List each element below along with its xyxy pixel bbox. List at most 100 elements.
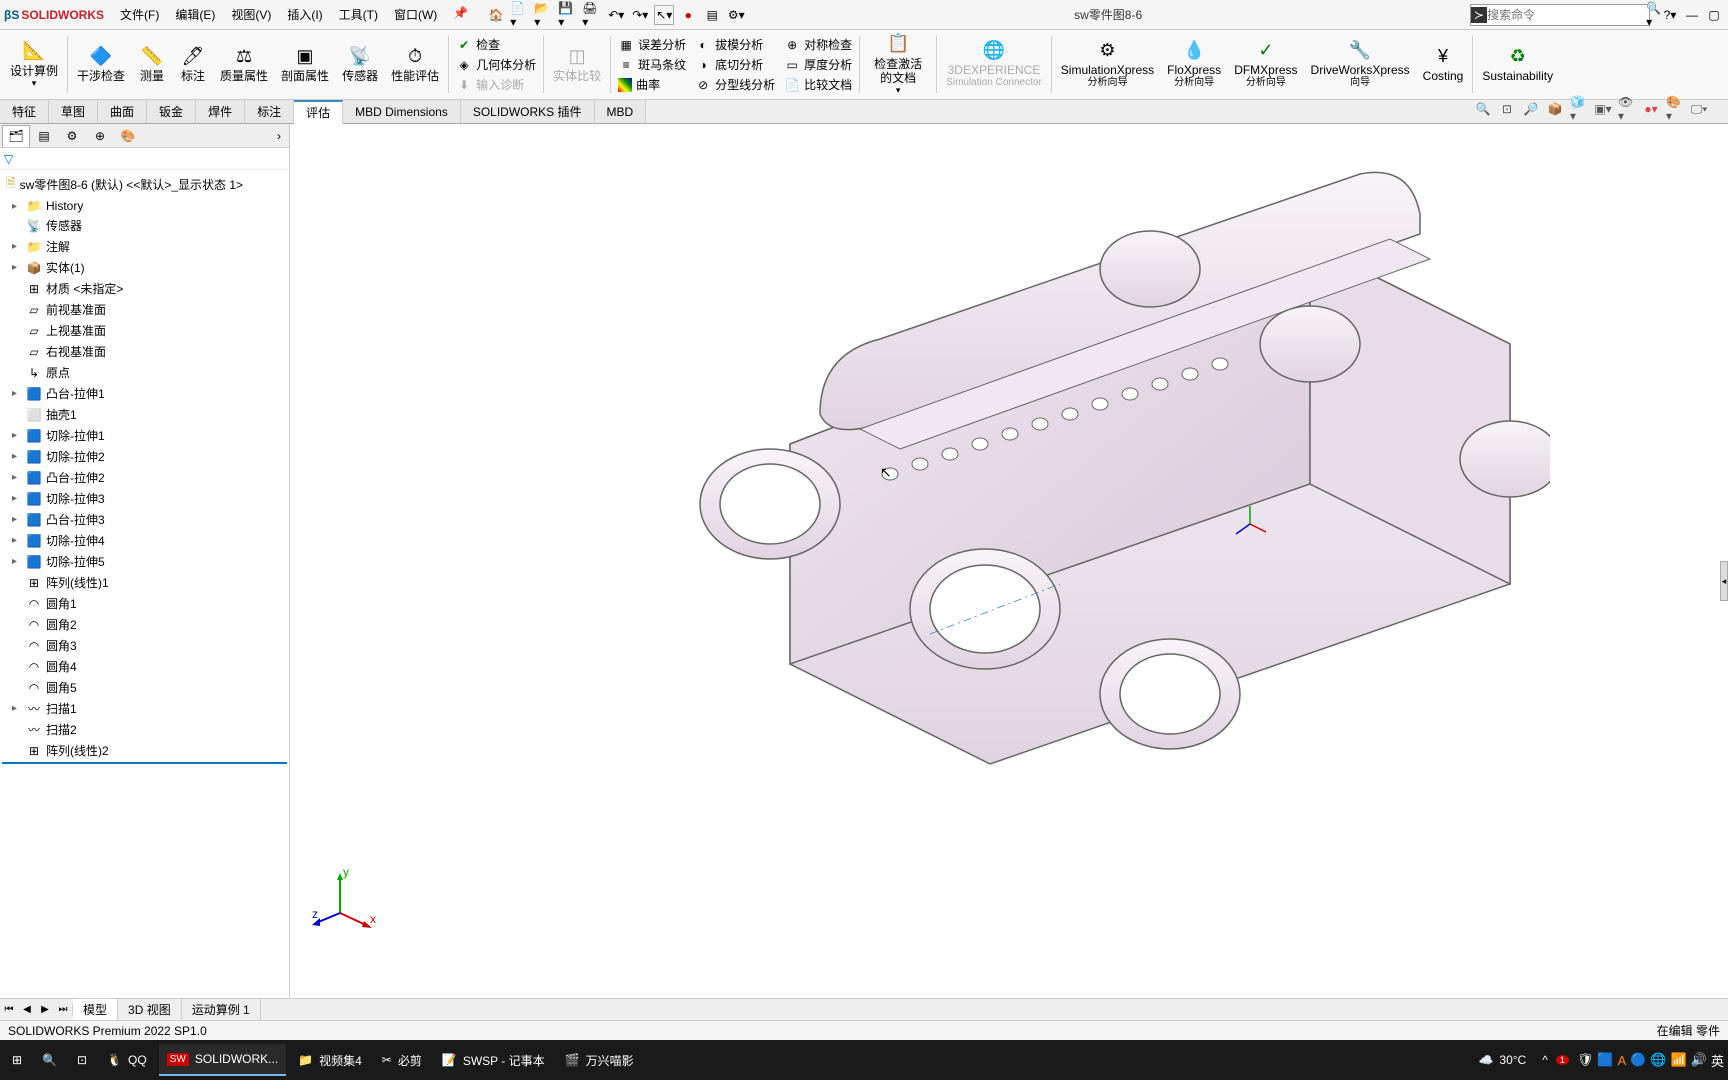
search-input[interactable]: [1487, 8, 1642, 22]
tree-item[interactable]: ⊞阵列(线性)2: [2, 740, 287, 764]
tab-weldment[interactable]: 焊件: [196, 100, 245, 123]
tree-item[interactable]: ▸🟦切除-拉伸5: [2, 551, 287, 572]
menu-pin[interactable]: 📌: [447, 4, 474, 25]
menu-insert[interactable]: 插入(I): [281, 4, 328, 25]
tray-wifi-icon[interactable]: 📶: [1671, 1052, 1687, 1068]
rb-markup[interactable]: 🖊标注: [173, 32, 213, 97]
rb-simxpress[interactable]: ⚙SimulationXpress分析向导: [1055, 32, 1160, 97]
rb-sensor[interactable]: 📡传感器: [336, 32, 384, 97]
tree-item[interactable]: ▱右视基准面: [2, 341, 287, 362]
taskbar-notepad[interactable]: 📝SWSP - 记事本: [434, 1044, 553, 1076]
tree-item[interactable]: ▸📁注解: [2, 236, 287, 257]
tree-item[interactable]: ▸〰扫描1: [2, 698, 287, 719]
tab-feature[interactable]: 特征: [0, 100, 49, 123]
tree-item[interactable]: ▸🟦凸台-拉伸3: [2, 509, 287, 530]
tree-item[interactable]: ◠圆角2: [2, 614, 287, 635]
maximize-icon[interactable]: ▢: [1704, 5, 1724, 25]
tray-icon-3[interactable]: A: [1618, 1053, 1627, 1068]
expand-icon[interactable]: ▸: [12, 201, 22, 212]
tree-item[interactable]: ◠圆角1: [2, 593, 287, 614]
select-icon[interactable]: ↖▾: [654, 5, 674, 25]
tree-item[interactable]: ▱前视基准面: [2, 299, 287, 320]
rb-mass[interactable]: ⚖质量属性: [214, 32, 274, 97]
tree-item[interactable]: ▸🟦切除-拉伸1: [2, 425, 287, 446]
expand-icon[interactable]: ▸: [12, 451, 22, 462]
taskbar-qq[interactable]: 🐧QQ: [99, 1044, 155, 1076]
tray-icon-2[interactable]: 🟦: [1597, 1052, 1613, 1068]
help-icon[interactable]: ?▾: [1660, 5, 1680, 25]
tray-chevron-icon[interactable]: ^: [1542, 1053, 1548, 1067]
rb-interference[interactable]: 🔷干涉检查: [71, 32, 131, 97]
expand-icon[interactable]: ▸: [12, 241, 22, 252]
options-icon[interactable]: ▤: [702, 5, 722, 25]
tree-item[interactable]: ▸📦实体(1): [2, 257, 287, 278]
rb-compare-doc[interactable]: 📄比较文档: [780, 75, 856, 94]
taskbar-filmora[interactable]: 🎬万兴喵影: [557, 1044, 642, 1076]
search-box[interactable]: ≻ 🔍▾: [1470, 4, 1650, 26]
menu-window[interactable]: 窗口(W): [388, 4, 443, 25]
tab-mbd-dim[interactable]: MBD Dimensions: [343, 100, 461, 123]
open-icon[interactable]: 📂▾: [534, 5, 554, 25]
taskbar-bijian[interactable]: ✂必剪: [374, 1044, 430, 1076]
rb-floxpress[interactable]: 💧FloXpress分析向导: [1161, 32, 1227, 97]
rb-symmetry[interactable]: ⊕对称检查: [780, 35, 856, 54]
rb-curvature[interactable]: 曲率: [614, 75, 690, 94]
bottom-tab-3dview[interactable]: 3D 视图: [118, 999, 182, 1020]
tray-volume-icon[interactable]: 🔊: [1691, 1052, 1707, 1068]
rb-measure[interactable]: 📏测量: [132, 32, 172, 97]
tab-mbd[interactable]: MBD: [595, 100, 647, 123]
task-pane-handle[interactable]: ◂: [1720, 561, 1728, 601]
home-icon[interactable]: 🏠: [486, 5, 506, 25]
save-icon[interactable]: 💾▾: [558, 5, 578, 25]
expand-icon[interactable]: ▸: [12, 262, 22, 273]
tree-item[interactable]: ⊞阵列(线性)1: [2, 572, 287, 593]
view-orient-icon[interactable]: 🧊▾: [1570, 100, 1588, 118]
rb-sustainability[interactable]: ♻Sustainability: [1476, 32, 1559, 97]
tree-item[interactable]: ↳原点: [2, 362, 287, 383]
graphics-viewport[interactable]: ↖ y x z ◂: [290, 124, 1728, 998]
rebuild-icon[interactable]: ●: [678, 5, 698, 25]
rb-thickness[interactable]: ▭厚度分析: [780, 55, 856, 74]
bottom-tab-model[interactable]: 模型: [73, 999, 118, 1020]
tab-addins[interactable]: SOLIDWORKS 插件: [461, 100, 595, 123]
tree-item[interactable]: ◠圆角3: [2, 635, 287, 656]
tree-item[interactable]: ▸🟦切除-拉伸4: [2, 530, 287, 551]
expand-icon[interactable]: ▸: [12, 388, 22, 399]
rb-deviation[interactable]: ▦误差分析: [614, 35, 690, 54]
prev-view-icon[interactable]: 🔎: [1522, 100, 1540, 118]
rb-check[interactable]: ✔检查: [452, 35, 540, 54]
tray-icon-1[interactable]: 🛡: [1577, 1052, 1594, 1068]
menu-edit[interactable]: 编辑(E): [169, 4, 221, 25]
appearance-icon[interactable]: ●▾: [1642, 100, 1660, 118]
undo-icon[interactable]: ↶▾: [606, 5, 626, 25]
panel-tab-dimxpert[interactable]: ⊕: [86, 125, 114, 147]
rb-geom-analysis[interactable]: ◈几何体分析: [452, 55, 540, 74]
tab-evaluate[interactable]: 评估: [294, 100, 343, 124]
tab-sheetmetal[interactable]: 钣金: [147, 100, 196, 123]
menu-tools[interactable]: 工具(T): [333, 4, 384, 25]
panel-tab-feature-tree[interactable]: 🗂: [2, 125, 30, 147]
tree-item[interactable]: 〰扫描2: [2, 719, 287, 740]
rb-dfmxpress[interactable]: ✓DFMXpress分析向导: [1228, 32, 1303, 97]
tab-sketch[interactable]: 草图: [49, 100, 98, 123]
rb-draft[interactable]: ◐拔模分析: [691, 35, 779, 54]
tree-item[interactable]: ◠圆角4: [2, 656, 287, 677]
tab-markup[interactable]: 标注: [245, 100, 294, 123]
panel-tab-config[interactable]: ⚙: [58, 125, 86, 147]
expand-icon[interactable]: ▸: [12, 703, 22, 714]
tree-item[interactable]: ◠圆角5: [2, 677, 287, 698]
orientation-triad[interactable]: y x z: [310, 868, 380, 938]
bottom-tab-motion[interactable]: 运动算例 1: [182, 999, 261, 1020]
tree-item[interactable]: ▸🟦切除-拉伸3: [2, 488, 287, 509]
tree-item[interactable]: ▸🟦凸台-拉伸1: [2, 383, 287, 404]
new-icon[interactable]: 📄▾: [510, 5, 530, 25]
tree-item[interactable]: ▸🟦切除-拉伸2: [2, 446, 287, 467]
taskbar-folder[interactable]: 📁视频集4: [290, 1044, 370, 1076]
task-view-button[interactable]: ⊡: [69, 1044, 95, 1076]
tree-item[interactable]: ⬜抽壳1: [2, 404, 287, 425]
tab-last-icon[interactable]: ⏭: [54, 1004, 72, 1015]
expand-icon[interactable]: ▸: [12, 514, 22, 525]
tree-item[interactable]: ▸📁History: [2, 197, 287, 215]
tab-next-icon[interactable]: ▶: [36, 1004, 54, 1015]
zoom-area-icon[interactable]: ⊡: [1498, 100, 1516, 118]
